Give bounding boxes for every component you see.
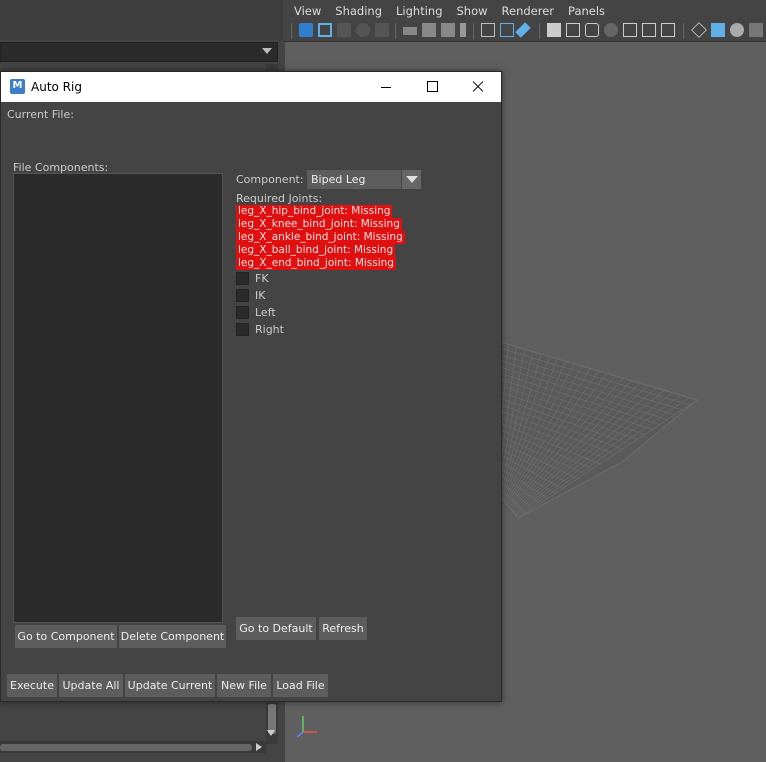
scrollbar-thumb[interactable] [0, 744, 252, 751]
xray-icon[interactable] [623, 23, 637, 37]
outliner-top-bar [0, 0, 283, 40]
dialog-titlebar[interactable]: M Auto Rig [1, 72, 501, 102]
menu-show[interactable]: Show [457, 0, 488, 20]
fk-label: FK [255, 272, 269, 285]
menu-renderer[interactable]: Renderer [502, 0, 555, 20]
grease-pencil-icon[interactable] [403, 27, 417, 35]
delete-component-button[interactable]: Delete Component [119, 625, 226, 648]
2d-pan-zoom-icon[interactable] [375, 23, 389, 37]
axis-gizmo-icon [296, 716, 317, 738]
resolution-gate-icon[interactable] [441, 23, 455, 37]
left-checkbox[interactable] [236, 306, 249, 319]
field-chart-icon[interactable] [481, 23, 495, 37]
ambient-occlusion-icon[interactable] [730, 23, 744, 37]
default-material-icon[interactable] [604, 23, 618, 37]
motion-blur-icon[interactable] [749, 23, 763, 37]
maya-workspace: View Shading Lighting Show Renderer Pane… [0, 0, 766, 762]
go-to-default-button[interactable]: Go to Default [236, 617, 316, 640]
joint-status-end: leg_X_end_bind_joint: Missing [236, 257, 396, 270]
scroll-down-icon[interactable] [267, 730, 275, 736]
update-current-button[interactable]: Update Current [125, 674, 215, 697]
gate-mask-icon[interactable] [460, 23, 466, 37]
use-all-lights-icon[interactable] [661, 23, 675, 37]
go-to-component-button[interactable]: Go to Component [15, 625, 117, 648]
wireframe-icon[interactable] [566, 23, 580, 37]
maya-app-icon: M [10, 79, 25, 94]
outliner-dropdown[interactable] [0, 42, 278, 62]
joint-status-ball: leg_X_ball_bind_joint: Missing [236, 244, 396, 257]
toolbar-separator [539, 23, 540, 39]
close-button[interactable] [455, 72, 501, 102]
refresh-button[interactable]: Refresh [319, 617, 367, 640]
menu-lighting[interactable]: Lighting [396, 0, 442, 20]
component-select-value: Biped Leg [311, 173, 366, 186]
ik-checkbox[interactable] [236, 289, 249, 302]
right-checkbox[interactable] [236, 323, 249, 336]
update-all-button[interactable]: Update All [59, 674, 123, 697]
menu-view[interactable]: View [294, 0, 321, 20]
dialog-title: Auto Rig [31, 80, 82, 94]
joint-status-hip: leg_X_hip_bind_joint: Missing [236, 205, 393, 218]
component-label: Component: [236, 173, 304, 186]
current-file-label: Current File: [7, 108, 74, 121]
dropdown-arrow-icon[interactable] [401, 170, 421, 189]
right-label: Right [255, 323, 284, 336]
camera-attributes-icon[interactable] [318, 23, 332, 37]
joint-status-ankle: leg_X_ankle_bind_joint: Missing [236, 231, 405, 244]
safe-action-icon[interactable] [500, 23, 514, 37]
menu-panels[interactable]: Panels [568, 0, 605, 20]
film-gate-icon[interactable] [422, 23, 436, 37]
maximize-button[interactable] [409, 72, 455, 102]
execute-button[interactable]: Execute [7, 674, 57, 697]
left-label: Left [255, 306, 276, 319]
new-file-button[interactable]: New File [217, 674, 271, 697]
required-joints-label: Required Joints: [236, 192, 323, 205]
horizontal-scrollbar[interactable] [0, 741, 266, 753]
smooth-shade-icon[interactable] [585, 23, 599, 37]
menu-shading[interactable]: Shading [335, 0, 382, 20]
select-camera-icon[interactable] [299, 23, 313, 37]
auto-rig-dialog: M Auto Rig Current File: File Components… [0, 71, 502, 702]
toolbar-separator [291, 23, 292, 39]
image-plane-icon[interactable] [356, 23, 370, 37]
safe-title-icon[interactable] [515, 22, 531, 38]
isolate-select-icon[interactable] [691, 22, 707, 38]
ik-label: IK [255, 289, 266, 302]
minimize-button[interactable] [363, 72, 409, 102]
load-file-button[interactable]: Load File [273, 674, 328, 697]
chevron-down-icon [262, 48, 272, 54]
toolbar-separator [683, 23, 684, 39]
xray-active-icon[interactable] [711, 23, 725, 37]
component-select[interactable]: Biped Leg [307, 170, 421, 189]
file-components-list[interactable] [13, 173, 223, 623]
viewport-toolbar [285, 20, 766, 42]
textured-icon[interactable] [642, 23, 656, 37]
grid-toggle-icon[interactable] [547, 23, 561, 37]
viewport-menubar: View Shading Lighting Show Renderer Pane… [285, 0, 766, 20]
bookmark-icon[interactable] [337, 23, 351, 37]
scroll-right-icon[interactable] [256, 743, 262, 751]
toolbar-separator [395, 23, 396, 39]
joint-status-knee: leg_X_knee_bind_joint: Missing [236, 218, 402, 231]
fk-checkbox[interactable] [236, 272, 249, 285]
toolbar-separator [473, 23, 474, 39]
